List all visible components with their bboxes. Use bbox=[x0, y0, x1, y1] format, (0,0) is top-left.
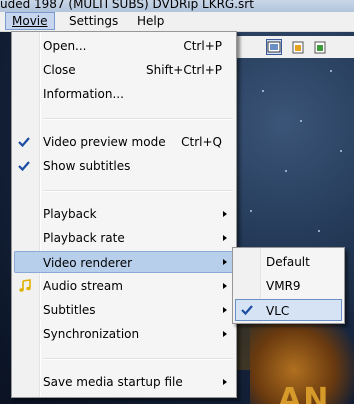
toolbar bbox=[236, 36, 354, 58]
menu-item-label: Video renderer bbox=[43, 256, 133, 270]
menu-item-label: Audio stream bbox=[43, 279, 123, 293]
document-icon-glyph bbox=[292, 41, 304, 54]
menu-item-video-renderer[interactable]: Video renderer bbox=[14, 251, 234, 273]
menu-separator bbox=[43, 358, 233, 360]
document-icon[interactable] bbox=[290, 39, 306, 55]
menu-movie[interactable]: Movie bbox=[5, 12, 55, 30]
star bbox=[330, 70, 332, 72]
star bbox=[285, 170, 287, 172]
checkmark-icon bbox=[241, 305, 253, 316]
menu-item-label: Video preview mode bbox=[43, 135, 166, 149]
menu-item-subtitles[interactable]: Subtitles bbox=[14, 299, 234, 321]
menu-item-label: Show subtitles bbox=[43, 159, 131, 173]
submenu-arrow-icon bbox=[223, 331, 227, 337]
renderer-option-vmr9[interactable]: VMR9 bbox=[235, 275, 342, 297]
menu-item-shortcut: Ctrl+P bbox=[183, 39, 222, 53]
film-icon[interactable] bbox=[266, 39, 282, 55]
document-new-icon-glyph bbox=[314, 41, 326, 54]
menu-help-label: Help bbox=[137, 14, 165, 28]
menu-settings[interactable]: Settings bbox=[63, 13, 124, 29]
menu-separator bbox=[43, 118, 233, 120]
star bbox=[300, 120, 302, 122]
star bbox=[262, 90, 264, 92]
menu-bar: Movie Settings Help bbox=[0, 12, 354, 32]
renderer-option-vlc[interactable]: VLC bbox=[235, 299, 342, 321]
movie-menu: Open... Ctrl+P Close Shift+Ctrl+P Inform… bbox=[11, 31, 237, 398]
window-title-bar: uded 1987 (MULTI SUBS) DVDRip LKRG.srt bbox=[0, 0, 354, 12]
menu-item-label: Save media startup file bbox=[43, 375, 183, 389]
submenu-arrow-icon bbox=[223, 259, 227, 265]
video-renderer-submenu: Default VMR9 VLC bbox=[232, 247, 345, 324]
menu-separator bbox=[43, 190, 233, 192]
menu-item-label: Playback bbox=[43, 207, 97, 221]
submenu-arrow-icon bbox=[223, 235, 227, 241]
video-overlay-text: AN bbox=[278, 382, 331, 404]
menu-item-label: Playback rate bbox=[43, 231, 125, 245]
menu-item-playback[interactable]: Playback bbox=[14, 203, 234, 225]
menu-item-label: Information... bbox=[43, 87, 124, 101]
menu-item-open[interactable]: Open... Ctrl+P bbox=[14, 35, 234, 57]
menu-item-label: Subtitles bbox=[43, 303, 96, 317]
menu-item-close[interactable]: Close Shift+Ctrl+P bbox=[14, 59, 234, 81]
menu-item-video-preview-mode[interactable]: Video preview mode Ctrl+Q bbox=[14, 131, 234, 153]
window-title: uded 1987 (MULTI SUBS) DVDRip LKRG.srt bbox=[0, 0, 254, 11]
submenu-arrow-icon bbox=[223, 211, 227, 217]
checkmark-icon bbox=[18, 137, 30, 148]
menu-settings-label: Settings bbox=[69, 14, 119, 28]
renderer-option-default[interactable]: Default bbox=[235, 251, 342, 273]
star bbox=[318, 230, 320, 232]
music-note-icon bbox=[19, 279, 31, 292]
menu-item-shortcut: Shift+Ctrl+P bbox=[146, 63, 222, 77]
menu-item-audio-stream[interactable]: Audio stream bbox=[14, 275, 234, 297]
submenu-arrow-icon bbox=[223, 379, 227, 385]
menu-item-label: Synchronization bbox=[43, 327, 140, 341]
menu-item-information[interactable]: Information... bbox=[14, 83, 234, 105]
star bbox=[340, 150, 342, 152]
menu-help[interactable]: Help bbox=[131, 13, 170, 29]
menu-item-label: Default bbox=[266, 255, 310, 269]
film-icon-glyph bbox=[267, 41, 281, 53]
menu-item-label: VMR9 bbox=[266, 279, 301, 293]
star bbox=[250, 210, 252, 212]
checkmark-icon bbox=[18, 161, 30, 172]
menu-item-label: VLC bbox=[266, 304, 290, 318]
menu-item-save-media-startup-file[interactable]: Save media startup file bbox=[14, 371, 234, 393]
document-new-icon[interactable] bbox=[312, 39, 328, 55]
menu-item-shortcut: Ctrl+Q bbox=[181, 135, 222, 149]
menu-item-synchronization[interactable]: Synchronization bbox=[14, 323, 234, 345]
submenu-arrow-icon bbox=[223, 307, 227, 313]
menu-item-label: Open... bbox=[43, 39, 87, 53]
menu-item-show-subtitles[interactable]: Show subtitles bbox=[14, 155, 234, 177]
menu-movie-label: Movie bbox=[12, 14, 48, 28]
menu-item-playback-rate[interactable]: Playback rate bbox=[14, 227, 234, 249]
submenu-arrow-icon bbox=[223, 283, 227, 289]
menu-item-label: Close bbox=[43, 63, 76, 77]
